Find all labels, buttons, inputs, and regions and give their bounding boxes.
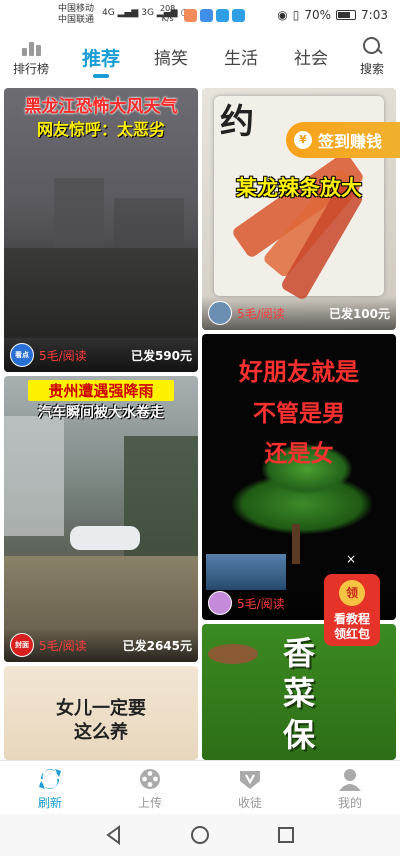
paid-amount: 已发100元 <box>328 306 390 321</box>
network-1: 4G <box>102 8 115 18</box>
video-caption-line-3: 还是女 <box>264 440 334 467</box>
ranking-label: 排行榜 <box>12 62 49 76</box>
app-notification-icon <box>232 9 245 22</box>
card-meta: 封面 5毛/阅读 已发2645元 <box>4 628 198 662</box>
clock: 7:03 <box>361 8 388 22</box>
checkin-label: 签到赚钱 <box>318 132 383 151</box>
network-2: 3G <box>141 8 154 18</box>
reward-rate: 5毛/阅读 <box>237 306 285 321</box>
eye-icon: ◉ <box>277 8 288 22</box>
red-packet-button[interactable]: 领 看教程 领红包 <box>320 574 384 650</box>
video-card[interactable]: 黑龙江恐怖大风天气 网友惊呼：太恶劣 看点 5毛/阅读 已发590元 <box>4 88 198 372</box>
carrier-1: 中国移动 <box>58 4 95 14</box>
back-icon[interactable] <box>104 825 124 845</box>
nav-refresh[interactable]: 刷新 <box>0 761 100 814</box>
film-reel-icon <box>137 767 163 791</box>
nav-profile[interactable]: 我的 <box>300 761 400 814</box>
video-caption-line-1: 女儿一定要 <box>56 698 146 719</box>
refresh-icon <box>37 767 63 791</box>
video-caption-line-2: 汽车瞬间被大水卷走 <box>38 405 164 421</box>
video-caption-line-1: 黑龙江恐怖大风天气 <box>24 97 178 117</box>
package-text: 约 <box>220 102 254 142</box>
category-tabs: 推荐 搞笑 生活 社会 <box>66 44 346 80</box>
bottom-nav: 刷新 上传 收徒 我的 <box>0 760 400 814</box>
notification-icons <box>184 9 245 22</box>
status-right: ◉ ▯ 70% 7:03 <box>277 8 388 22</box>
close-icon[interactable]: × <box>346 552 356 566</box>
vibrate-icon: ▯ <box>292 8 300 22</box>
red-packet-line-1: 看教程 <box>333 612 370 626</box>
coin-icon: ¥ <box>294 131 312 149</box>
apprentice-icon <box>237 767 263 791</box>
video-caption-line-2: 这么养 <box>74 722 128 743</box>
signal-icon: ▂▄▆ <box>117 8 139 18</box>
card-meta: 看点 5毛/阅读 已发590元 <box>4 338 198 372</box>
red-packet-line-2: 领红包 <box>333 627 370 641</box>
red-packet-label: 看教程 领红包 <box>320 612 384 642</box>
tab-life[interactable]: 生活 <box>206 44 276 80</box>
reward-rate: 5毛/阅读 <box>39 638 87 653</box>
system-nav-bar <box>0 814 400 856</box>
battery-icon <box>336 10 357 20</box>
nav-upload[interactable]: 上传 <box>100 761 200 814</box>
signal-icons: 4G ▂▄▆ 3G ▂▄▆ ◔ <box>102 8 188 18</box>
nav-apprentice[interactable]: 收徒 <box>200 761 300 814</box>
source-avatar <box>208 591 232 615</box>
app-notification-icon <box>216 9 229 22</box>
top-nav: 排行榜 推荐 搞笑 生活 社会 搜索 <box>0 30 400 86</box>
network-speed: 208 K/s <box>160 4 175 24</box>
paid-amount: 已发2645元 <box>122 638 192 653</box>
nav-refresh-label: 刷新 <box>37 796 62 810</box>
speed-unit: K/s <box>161 14 174 23</box>
video-card[interactable]: 女儿一定要 这么养 <box>4 666 198 760</box>
tab-funny[interactable]: 搞笑 <box>136 44 206 80</box>
ranking-button[interactable]: 排行榜 <box>8 36 54 77</box>
video-caption: 某龙辣条放大 <box>236 176 362 200</box>
checkin-button[interactable]: ¥ 签到赚钱 <box>286 122 400 158</box>
user-icon <box>337 767 363 791</box>
source-avatar: 封面 <box>10 633 34 657</box>
video-caption-line-1: 好朋友就是 <box>239 357 359 386</box>
source-avatar <box>208 301 232 325</box>
tab-recommend[interactable]: 推荐 <box>66 44 136 80</box>
video-caption-line-2: 网友惊呼：太恶劣 <box>36 120 165 139</box>
speed-value: 208 <box>160 4 176 13</box>
search-icon <box>361 36 383 58</box>
red-packet-badge: 领 <box>339 580 365 606</box>
source-avatar: 看点 <box>10 343 34 367</box>
tab-society[interactable]: 社会 <box>276 44 346 80</box>
app-notification-icon <box>184 9 197 22</box>
nav-profile-label: 我的 <box>337 796 362 810</box>
ranking-icon <box>18 36 44 58</box>
battery-percent: 70% <box>304 8 332 22</box>
search-label: 搜索 <box>359 62 384 76</box>
reward-rate: 5毛/阅读 <box>39 348 87 363</box>
paid-amount: 已发590元 <box>130 348 192 363</box>
video-feed[interactable]: 黑龙江恐怖大风天气 网友惊呼：太恶劣 看点 5毛/阅读 已发590元 约 某龙辣… <box>0 86 400 760</box>
carrier-2: 中国联通 <box>58 15 95 25</box>
carrier-info: 中国移动 中国联通 <box>58 4 94 26</box>
video-caption-line-2: 不管是男 <box>253 400 345 427</box>
video-card[interactable]: 贵州遭遇强降雨 汽车瞬间被大水卷走 封面 5毛/阅读 已发2645元 <box>4 376 198 662</box>
status-bar: 中国移动 中国联通 4G ▂▄▆ 3G ▂▄▆ ◔ 208 K/s ◉ ▯ 70… <box>0 0 400 30</box>
video-caption-line-2: 菜 <box>282 674 315 712</box>
home-icon[interactable] <box>190 825 210 845</box>
card-meta: 5毛/阅读 已发100元 <box>202 296 396 330</box>
video-caption-line-3: 保 <box>282 716 315 754</box>
video-caption-line-1: 贵州遭遇强降雨 <box>28 380 174 401</box>
nav-apprentice-label: 收徒 <box>237 796 262 810</box>
search-button[interactable]: 搜索 <box>352 36 392 77</box>
app-notification-icon <box>200 9 213 22</box>
nav-upload-label: 上传 <box>137 796 162 810</box>
recents-icon[interactable] <box>276 825 296 845</box>
